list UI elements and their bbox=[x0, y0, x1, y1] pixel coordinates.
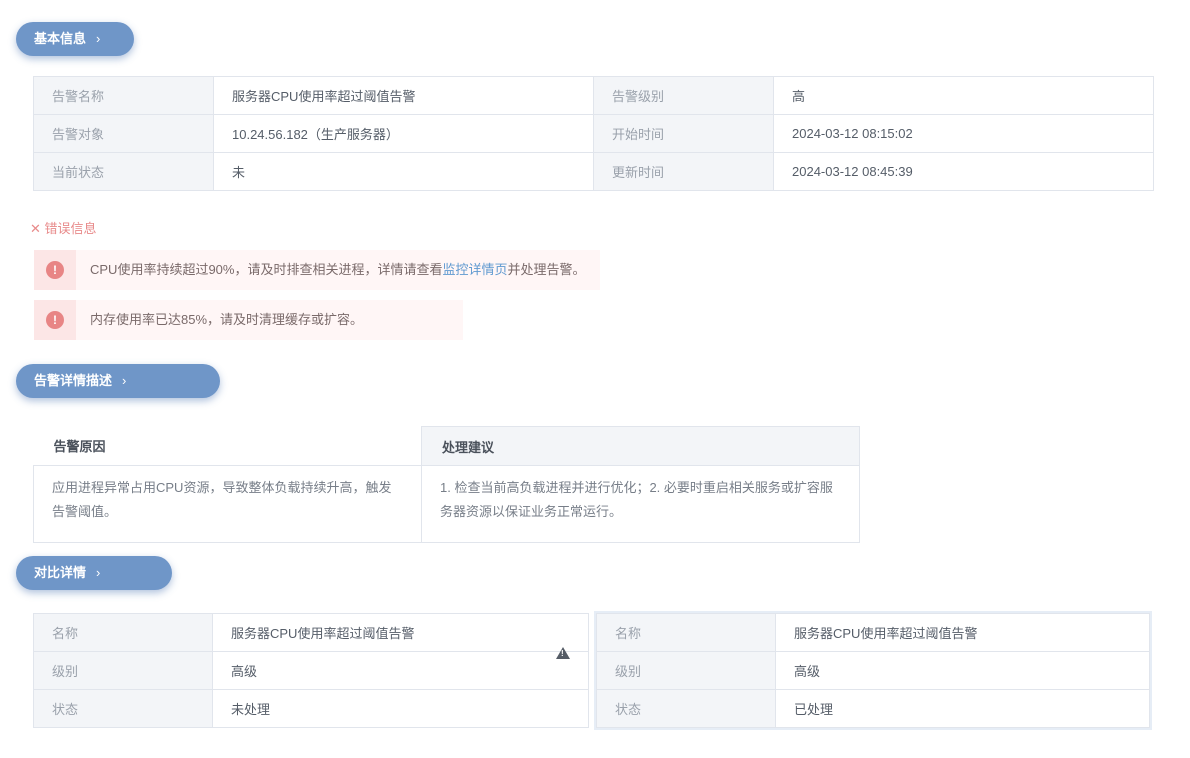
column-header: 处理建议 bbox=[421, 426, 860, 466]
table-row: 名称 服务器CPU使用率超过阈值告警 bbox=[596, 613, 1150, 652]
column-header: 告警原因 bbox=[53, 439, 106, 455]
section-tab-compare[interactable]: 对比详情 › bbox=[16, 556, 172, 590]
error-text: CPU使用率持续超过90%，请及时排查相关进程，详情请查看 bbox=[90, 262, 443, 277]
error-header: ✕ 错误信息 bbox=[30, 221, 97, 236]
error-message: ! CPU使用率持续超过90%，请及时排查相关进程，详情请查看监控详情页并处理告… bbox=[34, 250, 600, 290]
field-label: 状态 bbox=[596, 689, 776, 728]
table-row: 状态 已处理 bbox=[596, 689, 1150, 728]
description-table: 告警原因 处理建议 应用进程异常占用CPU资源，导致整体负载持续升高，触发告警阈… bbox=[33, 426, 860, 543]
field-label: 级别 bbox=[33, 651, 213, 690]
table-row: 级别 高级 bbox=[33, 651, 589, 690]
field-value: 高 bbox=[773, 76, 1154, 115]
field-value: 已处理 bbox=[775, 689, 1150, 728]
field-value: 服务器CPU使用率超过阈值告警 bbox=[213, 76, 594, 115]
error-text-suffix: 并处理告警。 bbox=[507, 262, 586, 277]
field-value: 服务器CPU使用率超过阈值告警 bbox=[775, 613, 1150, 652]
field-value: 2024-03-12 08:45:39 bbox=[773, 152, 1154, 191]
table-row: 应用进程异常占用CPU资源，导致整体负载持续升高，触发告警阈值。 1. 检查当前… bbox=[33, 465, 860, 543]
field-label: 名称 bbox=[596, 613, 776, 652]
field-value: 高级 bbox=[212, 651, 589, 690]
compare-left-table: 名称 服务器CPU使用率超过阈值告警 级别 高级 状态 未处理 bbox=[33, 613, 589, 728]
warning-icon: ! bbox=[556, 647, 570, 659]
error-text: 内存使用率已达85%，请及时清理缓存或扩容。 bbox=[90, 312, 364, 327]
section-tab-description[interactable]: 告警详情描述 › bbox=[16, 364, 220, 398]
chevron-right-icon: › bbox=[96, 31, 101, 46]
chevron-right-icon: › bbox=[96, 565, 101, 580]
chevron-right-icon: › bbox=[122, 373, 127, 388]
table-cell: 1. 检查当前高负载进程并进行优化；2. 必要时重启相关服务或扩容服务器资源以保… bbox=[421, 465, 860, 543]
field-label: 告警名称 bbox=[33, 76, 214, 115]
field-label: 告警级别 bbox=[593, 76, 774, 115]
section-tab-label: 告警详情描述 bbox=[34, 373, 113, 388]
field-value: 未 bbox=[213, 152, 594, 191]
table-header-row: 告警原因 处理建议 bbox=[34, 426, 860, 466]
field-label: 状态 bbox=[33, 689, 213, 728]
field-value: 服务器CPU使用率超过阈值告警 bbox=[212, 613, 589, 652]
error-icon: ! bbox=[34, 250, 76, 290]
field-label: 开始时间 bbox=[593, 114, 774, 153]
table-cell: 应用进程异常占用CPU资源，导致整体负载持续升高，触发告警阈值。 bbox=[33, 465, 422, 543]
basic-info-table: 告警名称 服务器CPU使用率超过阈值告警 告警级别 高 告警对象 10.24.5… bbox=[33, 76, 1154, 191]
section-tab-label: 基本信息 bbox=[34, 31, 87, 46]
compare-right-table: 名称 服务器CPU使用率超过阈值告警 级别 高级 状态 已处理 bbox=[596, 613, 1150, 728]
error-icon: ! bbox=[34, 300, 76, 340]
table-row: 当前状态 未 更新时间 2024-03-12 08:45:39 bbox=[33, 152, 1154, 191]
field-label: 更新时间 bbox=[593, 152, 774, 191]
field-label: 当前状态 bbox=[33, 152, 214, 191]
table-row: 告警名称 服务器CPU使用率超过阈值告警 告警级别 高 bbox=[33, 76, 1154, 115]
field-value: 未处理 bbox=[212, 689, 589, 728]
table-row: 状态 未处理 bbox=[33, 689, 589, 728]
field-value: 高级 bbox=[775, 651, 1150, 690]
section-tab-basic[interactable]: 基本信息 › bbox=[16, 22, 134, 56]
section-tab-label: 对比详情 bbox=[34, 565, 87, 580]
table-row: 告警对象 10.24.56.182（生产服务器） 开始时间 2024-03-12… bbox=[33, 114, 1154, 153]
field-value: 2024-03-12 08:15:02 bbox=[773, 114, 1154, 153]
field-label: 级别 bbox=[596, 651, 776, 690]
table-row: 名称 服务器CPU使用率超过阈值告警 bbox=[33, 613, 589, 652]
field-label: 名称 bbox=[33, 613, 213, 652]
error-message: ! 内存使用率已达85%，请及时清理缓存或扩容。 bbox=[34, 300, 464, 340]
field-label: 告警对象 bbox=[33, 114, 214, 153]
field-value: 10.24.56.182（生产服务器） bbox=[213, 114, 594, 153]
error-detail-link[interactable]: 监控详情页 bbox=[442, 262, 507, 277]
table-row: 级别 高级 bbox=[596, 651, 1150, 690]
